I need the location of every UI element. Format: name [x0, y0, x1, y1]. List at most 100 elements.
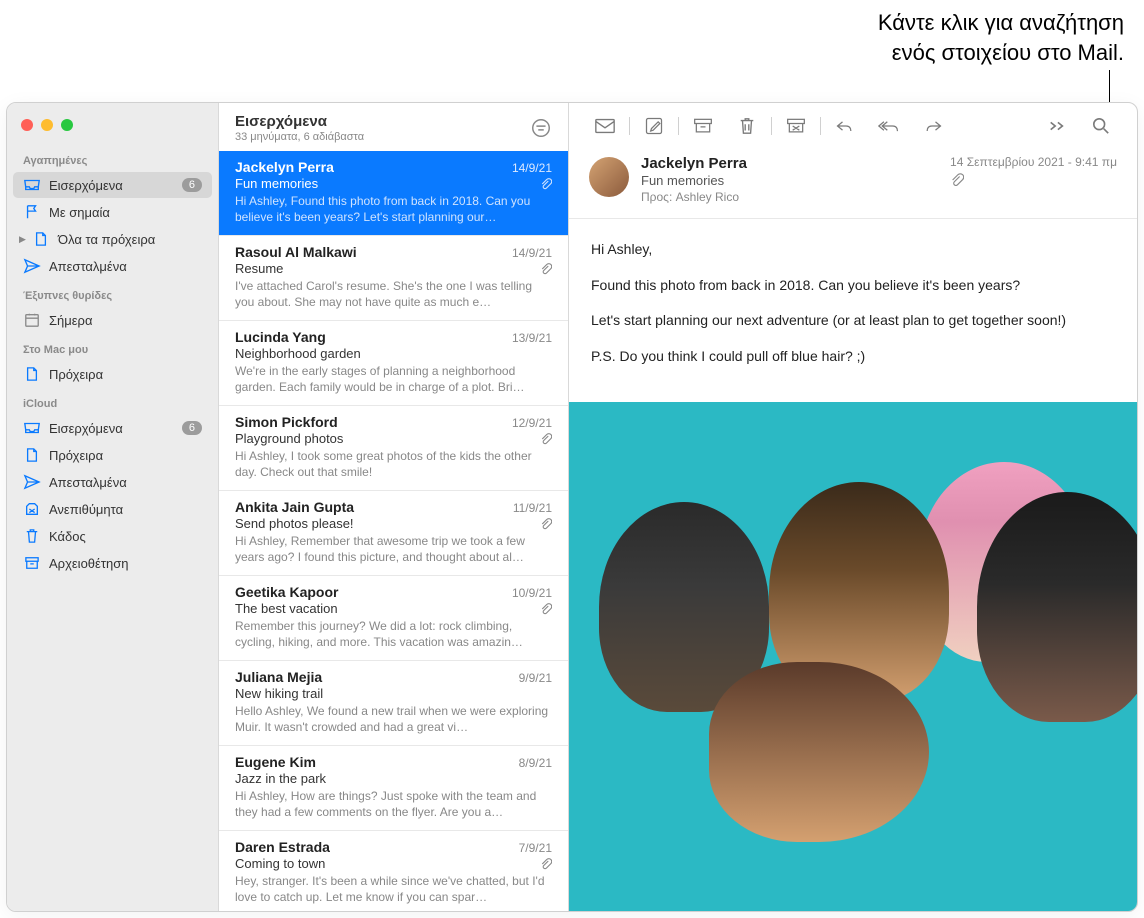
sidebar-item[interactable]: Απεσταλμένα — [13, 469, 212, 495]
sidebar-item[interactable]: Αρχειοθέτηση — [13, 550, 212, 576]
message-preview: Hi Ashley, Found this photo from back in… — [235, 193, 552, 225]
message-list[interactable]: Jackelyn Perra14/9/21Fun memoriesHi Ashl… — [219, 151, 568, 911]
message-date: 10/9/21 — [512, 586, 552, 600]
doc-icon — [23, 365, 41, 383]
sidebar-item-label: Εισερχόμενα — [49, 178, 182, 193]
message-list-pane: Εισερχόμενα 33 μηνύματα, 6 αδιάβαστα Jac… — [219, 103, 569, 911]
email-date: 14 Σεπτεμβρίου 2021 - 9:41 πμ — [950, 155, 1117, 169]
email-to: Προς: Ashley Rico — [641, 190, 938, 204]
minimize-window-button[interactable] — [41, 119, 53, 131]
sidebar-item-label: Με σημαία — [49, 205, 202, 220]
sidebar-item[interactable]: Εισερχόμενα6 — [13, 415, 212, 441]
email-attachment-image[interactable] — [569, 402, 1137, 911]
sidebar-heading: iCloud — [7, 388, 218, 414]
mail-window: ΑγαπημένεςΕισερχόμενα6Με σημαία▶Όλα τα π… — [6, 102, 1138, 912]
unread-badge: 6 — [182, 178, 202, 192]
toolbar — [569, 103, 1137, 149]
sidebar-item[interactable]: Κάδος — [13, 523, 212, 549]
message-preview: I've attached Carol's resume. She's the … — [235, 278, 552, 310]
mailbox-subtitle: 33 μηνύματα, 6 αδιάβαστα — [235, 131, 364, 143]
attachment-icon[interactable] — [950, 173, 1117, 187]
compose-button[interactable] — [632, 113, 676, 139]
reply-button[interactable] — [823, 113, 867, 139]
attachment-icon — [540, 518, 552, 530]
sidebar: ΑγαπημένεςΕισερχόμενα6Με σημαία▶Όλα τα π… — [7, 103, 219, 911]
attachment-icon — [540, 603, 552, 615]
message-subject: Neighborhood garden — [235, 346, 361, 361]
trash-icon — [23, 527, 41, 545]
reply-all-button[interactable] — [867, 113, 911, 139]
message-sender: Lucinda Yang — [235, 329, 326, 345]
email-paragraph: Hi Ashley, — [591, 239, 1115, 261]
message-preview: Hello Ashley, We found a new trail when … — [235, 703, 552, 735]
inbox-icon — [23, 419, 41, 437]
sidebar-item-label: Πρόχειρα — [49, 367, 202, 382]
message-sender: Juliana Mejia — [235, 669, 322, 685]
message-item[interactable]: Ankita Jain Gupta11/9/21Send photos plea… — [219, 491, 568, 576]
sidebar-item[interactable]: Σήμερα — [13, 307, 212, 333]
sidebar-item[interactable]: Ανεπιθύμητα — [13, 496, 212, 522]
sidebar-item[interactable]: Πρόχειρα — [13, 361, 212, 387]
sidebar-item[interactable]: Απεσταλμένα — [13, 253, 212, 279]
message-subject: The best vacation — [235, 601, 338, 616]
filter-button[interactable] — [530, 117, 552, 139]
message-sender: Ankita Jain Gupta — [235, 499, 354, 515]
toolbar-separator — [678, 117, 679, 135]
fullscreen-window-button[interactable] — [61, 119, 73, 131]
delete-button[interactable] — [725, 113, 769, 139]
toolbar-separator — [629, 117, 630, 135]
flag-icon — [23, 203, 41, 221]
sidebar-item-label: Αρχειοθέτηση — [49, 556, 202, 571]
message-subject: Coming to town — [235, 856, 325, 871]
message-item[interactable]: Lucinda Yang13/9/21Neighborhood gardenWe… — [219, 321, 568, 406]
sidebar-item-label: Απεσταλμένα — [49, 259, 202, 274]
message-sender: Eugene Kim — [235, 754, 316, 770]
search-button[interactable] — [1079, 113, 1123, 139]
email-paragraph: Let's start planning our next adventure … — [591, 310, 1115, 332]
email-subject: Fun memories — [641, 173, 938, 188]
email-body: Hi Ashley,Found this photo from back in … — [569, 219, 1137, 402]
sidebar-item[interactable]: Πρόχειρα — [13, 442, 212, 468]
annotation-line1: Κάντε κλικ για αναζήτηση — [878, 8, 1124, 38]
forward-button[interactable] — [911, 113, 955, 139]
close-window-button[interactable] — [21, 119, 33, 131]
toolbar-separator — [771, 117, 772, 135]
toolbar-separator — [820, 117, 821, 135]
message-date: 14/9/21 — [512, 161, 552, 175]
sent-icon — [23, 473, 41, 491]
sidebar-item[interactable]: ▶Όλα τα πρόχειρα — [13, 226, 212, 252]
email-paragraph: P.S. Do you think I could pull off blue … — [591, 346, 1115, 368]
attachment-icon — [540, 263, 552, 275]
message-subject: Resume — [235, 261, 283, 276]
message-sender: Rasoul Al Malkawi — [235, 244, 357, 260]
get-mail-button[interactable] — [583, 113, 627, 139]
message-subject: New hiking trail — [235, 686, 323, 701]
message-item[interactable]: Jackelyn Perra14/9/21Fun memoriesHi Ashl… — [219, 151, 568, 236]
junk-button[interactable] — [774, 113, 818, 139]
sidebar-item-label: Κάδος — [49, 529, 202, 544]
sidebar-item-label: Σήμερα — [49, 313, 202, 328]
sidebar-item[interactable]: Εισερχόμενα6 — [13, 172, 212, 198]
message-item[interactable]: Simon Pickford12/9/21Playground photosHi… — [219, 406, 568, 491]
message-sender: Geetika Kapoor — [235, 584, 338, 600]
more-button[interactable] — [1035, 113, 1079, 139]
archive-button[interactable] — [681, 113, 725, 139]
sidebar-item-label: Πρόχειρα — [49, 448, 202, 463]
message-item[interactable]: Daren Estrada7/9/21Coming to townHey, st… — [219, 831, 568, 911]
message-item[interactable]: Geetika Kapoor10/9/21The best vacationRe… — [219, 576, 568, 661]
sidebar-item[interactable]: Με σημαία — [13, 199, 212, 225]
today-icon — [23, 311, 41, 329]
message-date: 8/9/21 — [519, 756, 552, 770]
message-item[interactable]: Rasoul Al Malkawi14/9/21ResumeI've attac… — [219, 236, 568, 321]
sender-avatar[interactable] — [589, 157, 629, 197]
email-header: Jackelyn Perra Fun memories Προς: Ashley… — [569, 149, 1137, 219]
message-preview: Hey, stranger. It's been a while since w… — [235, 873, 552, 905]
message-preview: Hi Ashley, Remember that awesome trip we… — [235, 533, 552, 565]
sidebar-heading: Έξυπνες θυρίδες — [7, 280, 218, 306]
sidebar-heading: Αγαπημένες — [7, 145, 218, 171]
message-item[interactable]: Juliana Mejia9/9/21New hiking trailHello… — [219, 661, 568, 746]
message-item[interactable]: Eugene Kim8/9/21Jazz in the parkHi Ashle… — [219, 746, 568, 831]
content-pane: Jackelyn Perra Fun memories Προς: Ashley… — [569, 103, 1137, 911]
junk-icon — [23, 500, 41, 518]
sidebar-item-label: Απεσταλμένα — [49, 475, 202, 490]
